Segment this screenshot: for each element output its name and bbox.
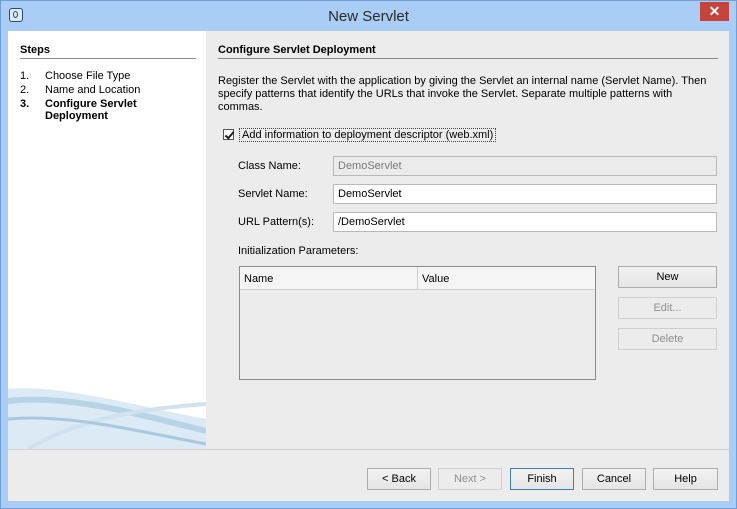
dialog-window: New Servlet ✕ Steps 1. Choose File Type … xyxy=(0,0,737,509)
next-button[interactable]: Next > xyxy=(438,468,502,490)
url-pattern-field[interactable]: /DemoServlet xyxy=(333,212,717,232)
window-title: New Servlet xyxy=(328,8,409,25)
new-param-button[interactable]: New xyxy=(618,266,717,288)
step-number: 3. xyxy=(20,98,30,110)
servlet-name-label: Servlet Name: xyxy=(238,188,308,200)
back-button[interactable]: < Back xyxy=(367,468,431,490)
steps-heading: Steps xyxy=(20,44,50,56)
cancel-button[interactable]: Cancel xyxy=(582,468,646,490)
dialog-content: Steps 1. Choose File Type 2. Name and Lo… xyxy=(8,31,729,501)
init-params-label: Initialization Parameters: xyxy=(238,245,359,257)
step-label: Configure Servlet Deployment xyxy=(45,98,137,122)
step-number: 1. xyxy=(20,70,30,82)
configuration-panel: Configure Servlet Deployment Register th… xyxy=(207,31,729,449)
column-header-name[interactable]: Name xyxy=(240,267,418,289)
class-name-label: Class Name: xyxy=(238,160,301,172)
panel-description: Register the Servlet with the applicatio… xyxy=(218,75,707,113)
close-button[interactable]: ✕ xyxy=(700,2,729,21)
init-params-table[interactable]: Name Value xyxy=(239,266,596,380)
step-label: Choose File Type xyxy=(45,70,131,82)
servlet-name-field[interactable]: DemoServlet xyxy=(333,184,717,204)
column-header-value[interactable]: Value xyxy=(418,267,595,289)
decorative-swoosh-graphic xyxy=(8,388,206,449)
delete-param-button[interactable]: Delete xyxy=(618,328,717,350)
step-number: 2. xyxy=(20,84,30,96)
steps-panel: Steps 1. Choose File Type 2. Name and Lo… xyxy=(8,31,206,449)
panel-divider xyxy=(218,58,718,59)
step-label: Name and Location xyxy=(45,84,141,96)
table-header: Name Value xyxy=(240,267,595,290)
add-to-descriptor-label[interactable]: Add information to deployment descriptor… xyxy=(239,128,497,142)
help-button[interactable]: Help xyxy=(653,468,718,490)
title-bar: New Servlet ✕ xyxy=(1,1,736,31)
edit-param-button[interactable]: Edit... xyxy=(618,297,717,319)
class-name-field: DemoServlet xyxy=(333,156,717,176)
panel-title: Configure Servlet Deployment xyxy=(218,44,376,56)
url-pattern-label: URL Pattern(s): xyxy=(238,216,315,228)
steps-divider xyxy=(20,58,196,59)
add-to-descriptor-checkbox[interactable] xyxy=(223,129,234,140)
footer-divider xyxy=(8,449,729,450)
finish-button[interactable]: Finish xyxy=(510,468,574,490)
